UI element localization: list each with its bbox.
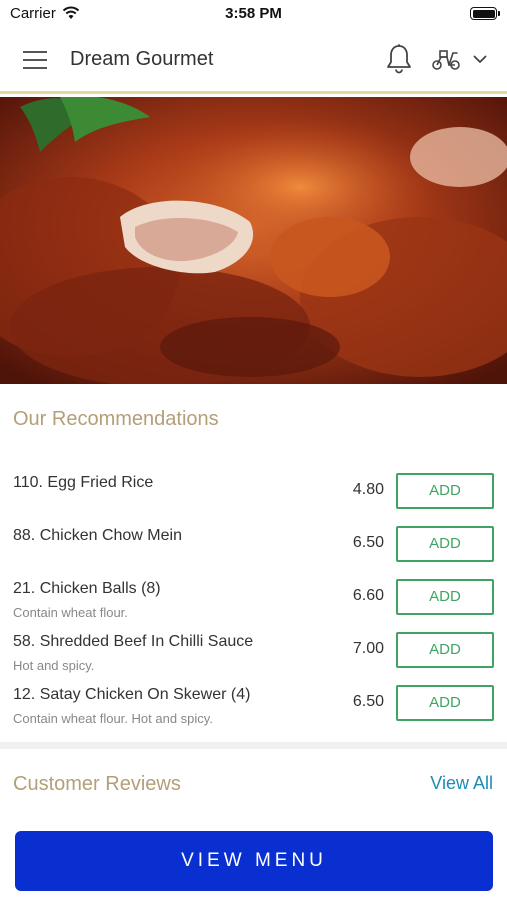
item-name: 58. Shredded Beef In Chilli Sauce <box>13 633 254 650</box>
chevron-down-icon[interactable] <box>473 55 487 64</box>
roast-duck-photo <box>0 97 507 384</box>
status-bar: Carrier 3:58 PM <box>0 0 507 28</box>
item-name: 21. Chicken Balls (8) <box>13 580 161 597</box>
item-price: 4.80 <box>352 481 384 498</box>
view-all-link[interactable]: View All <box>430 773 493 794</box>
add-button[interactable]: ADD <box>396 579 494 615</box>
item-price: 6.60 <box>352 587 384 604</box>
recommendations-title: Our Recommendations <box>13 408 219 430</box>
item-description: Contain wheat flour. Hot and spicy. <box>13 711 213 726</box>
add-button[interactable]: ADD <box>396 632 494 668</box>
add-button[interactable]: ADD <box>396 685 494 721</box>
item-price: 7.00 <box>352 640 384 657</box>
item-name: 110. Egg Fried Rice <box>13 474 154 491</box>
scooter-icon[interactable] <box>431 48 461 72</box>
menu-icon[interactable] <box>23 51 47 69</box>
list-item: 88. Chicken Chow Mein 6.50 ADD <box>0 515 507 568</box>
item-description: Hot and spicy. <box>13 658 95 673</box>
reviews-title: Customer Reviews <box>13 773 181 795</box>
item-description: Contain wheat flour. <box>13 605 128 620</box>
item-name: 12. Satay Chicken On Skewer (4) <box>13 686 251 703</box>
clock: 3:58 PM <box>225 5 282 22</box>
add-button[interactable]: ADD <box>396 526 494 562</box>
app-title: Dream Gourmet <box>70 48 214 70</box>
bell-icon[interactable] <box>385 43 413 75</box>
view-menu-button[interactable]: VIEW MENU <box>15 831 493 891</box>
app-header: Dream Gourmet <box>0 28 507 94</box>
item-price: 6.50 <box>352 534 384 551</box>
list-item: 58. Shredded Beef In Chilli Sauce Hot an… <box>0 621 507 674</box>
section-divider <box>0 742 507 749</box>
battery-icon <box>470 7 500 20</box>
list-item: 21. Chicken Balls (8) Contain wheat flou… <box>0 568 507 621</box>
list-item: 110. Egg Fried Rice 4.80 ADD <box>0 462 507 515</box>
hero-image <box>0 97 507 384</box>
add-button[interactable]: ADD <box>396 473 494 509</box>
list-item: 12. Satay Chicken On Skewer (4) Contain … <box>0 674 507 727</box>
item-price: 6.50 <box>352 693 384 710</box>
item-name: 88. Chicken Chow Mein <box>13 527 182 544</box>
